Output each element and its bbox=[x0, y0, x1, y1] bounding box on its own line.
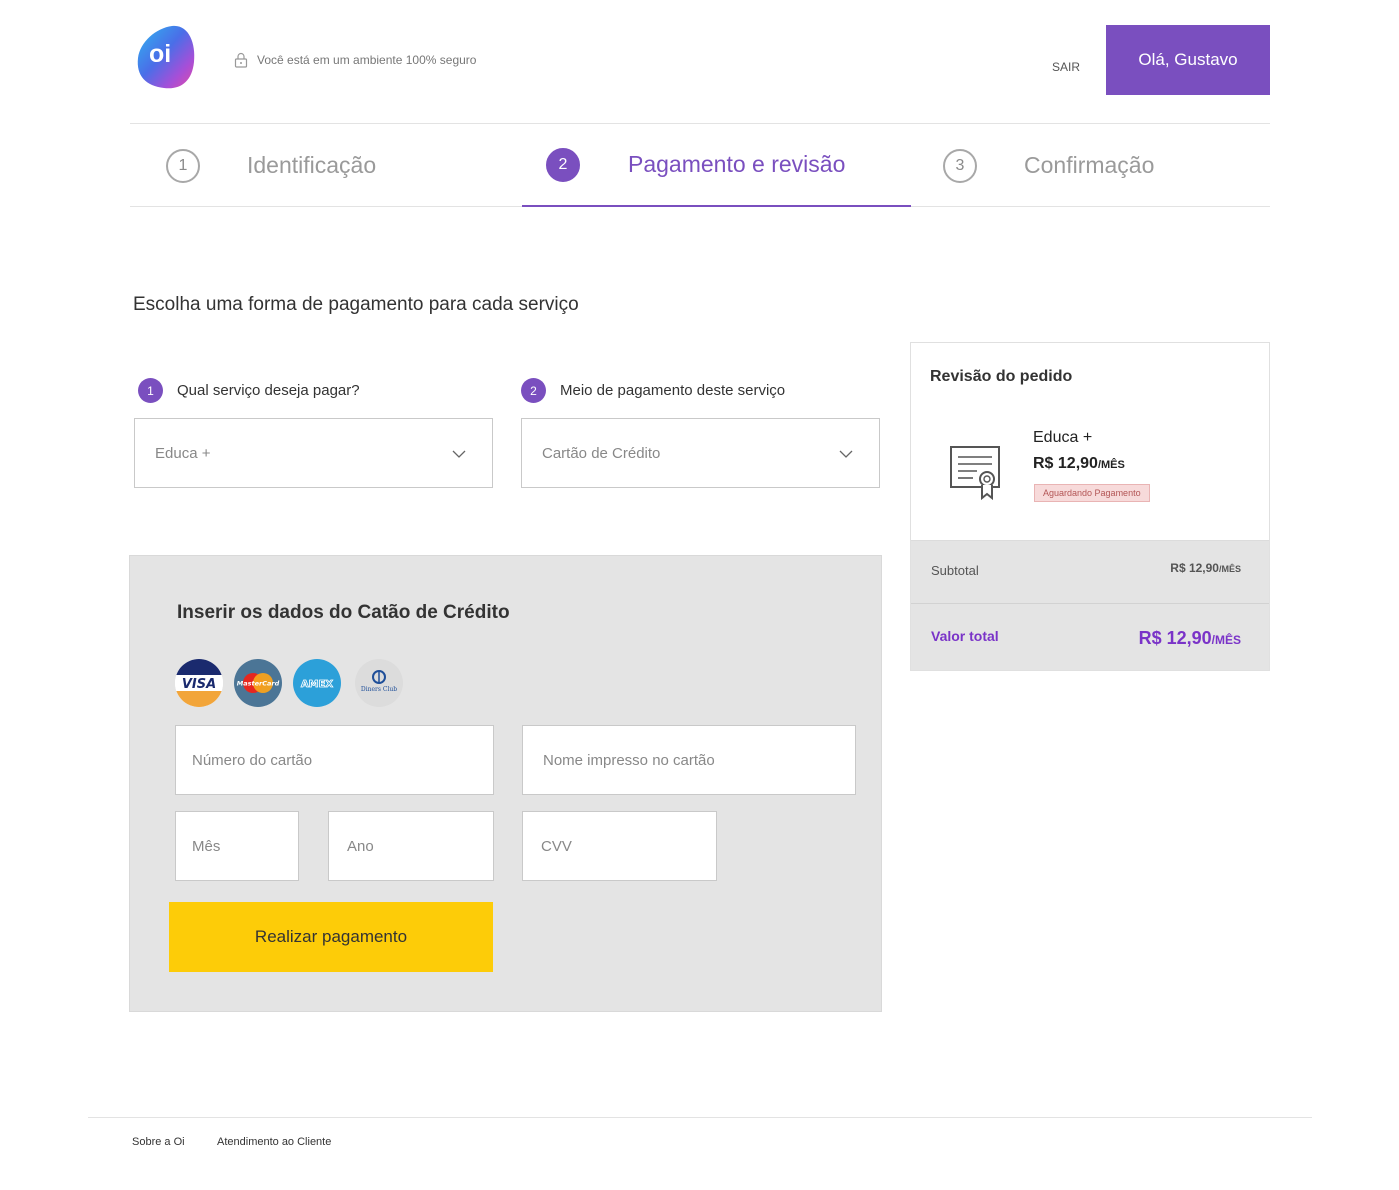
card-name-input[interactable]: Nome impresso no cartão bbox=[522, 725, 856, 795]
checkout-stepper: 1 Identificação 2 Pagamento e revisão 3 … bbox=[130, 124, 1270, 207]
svg-text:AMEX: AMEX bbox=[301, 679, 334, 690]
step-number: 3 bbox=[943, 148, 977, 183]
service-select-value: Educa + bbox=[155, 444, 211, 462]
expiry-year-input[interactable]: Ano bbox=[328, 811, 494, 881]
total-amount: R$ 12,90 bbox=[1138, 628, 1212, 648]
amex-icon: AMEX bbox=[293, 659, 341, 707]
footer-divider bbox=[88, 1117, 1312, 1118]
footer-link-about[interactable]: Sobre a Oi bbox=[132, 1136, 185, 1148]
step-label: Confirmação bbox=[1024, 152, 1155, 178]
logout-link[interactable]: SAIR bbox=[1052, 60, 1080, 74]
certificate-icon bbox=[950, 446, 1000, 501]
oi-logo[interactable]: oi bbox=[136, 24, 196, 90]
subtotal-label: Subtotal bbox=[931, 563, 979, 578]
step-pagamento[interactable]: 2 Pagamento e revisão bbox=[522, 124, 911, 207]
total-period: /MÊS bbox=[1211, 633, 1241, 647]
credit-card-panel: Inserir os dados do Catão de Crédito VIS… bbox=[129, 555, 882, 1012]
svg-text:MasterCard: MasterCard bbox=[237, 680, 280, 688]
mastercard-icon: MasterCard bbox=[234, 659, 282, 707]
svg-text:Diners Club: Diners Club bbox=[361, 686, 397, 693]
question-number: 2 bbox=[521, 378, 546, 403]
step-label: Identificação bbox=[247, 152, 377, 178]
question-label: Qual serviço deseja pagar? bbox=[177, 382, 360, 399]
logo-text: oi bbox=[149, 40, 172, 68]
chevron-down-icon bbox=[452, 450, 466, 458]
lock-icon bbox=[234, 52, 248, 68]
user-greeting-button[interactable]: Olá, Gustavo bbox=[1106, 25, 1270, 95]
secure-text: Você está em um ambiente 100% seguro bbox=[257, 53, 477, 67]
subtotal-amount: R$ 12,90 bbox=[1170, 561, 1219, 575]
cvv-input[interactable]: CVV bbox=[522, 811, 717, 881]
review-item-price-period: /MÊS bbox=[1097, 459, 1125, 471]
review-item-price-value: R$ 12,90 bbox=[1033, 455, 1098, 472]
total-label: Valor total bbox=[931, 628, 999, 644]
step-number: 2 bbox=[546, 147, 580, 182]
diners-club-icon: Diners Club bbox=[355, 659, 403, 707]
payment-method-select-value: Cartão de Crédito bbox=[542, 444, 661, 462]
svg-text:VISA: VISA bbox=[182, 677, 216, 692]
step-number: 1 bbox=[166, 148, 200, 183]
submit-payment-button[interactable]: Realizar pagamento bbox=[169, 902, 493, 972]
question-service: 1 Qual serviço deseja pagar? bbox=[138, 378, 360, 403]
question-label: Meio de pagamento deste serviço bbox=[560, 382, 786, 399]
step-identificacao[interactable]: 1 Identificação bbox=[166, 124, 466, 207]
service-select[interactable]: Educa + bbox=[134, 418, 493, 488]
total-value: R$ 12,90/MÊS bbox=[1139, 628, 1241, 649]
step-confirmacao[interactable]: 3 Confirmação bbox=[943, 124, 1263, 207]
chevron-down-icon bbox=[839, 450, 853, 458]
secure-environment-notice: Você está em um ambiente 100% seguro bbox=[234, 52, 476, 68]
status-badge: Aguardando Pagamento bbox=[1034, 484, 1150, 502]
card-number-input[interactable]: Número do cartão bbox=[175, 725, 494, 795]
subtotal-row: Subtotal R$ 12,90/MÊS bbox=[911, 540, 1269, 603]
review-item-price: R$ 12,90/MÊS bbox=[1033, 455, 1125, 473]
card-panel-title: Inserir os dados do Catão de Crédito bbox=[177, 602, 510, 623]
expiry-month-input[interactable]: Mês bbox=[175, 811, 299, 881]
subtotal-period: /MÊS bbox=[1218, 564, 1241, 574]
review-title: Revisão do pedido bbox=[930, 368, 1073, 385]
payment-method-select[interactable]: Cartão de Crédito bbox=[521, 418, 880, 488]
total-row: Valor total R$ 12,90/MÊS bbox=[911, 603, 1269, 670]
footer-link-support[interactable]: Atendimento ao Cliente bbox=[217, 1136, 331, 1148]
subtotal-value: R$ 12,90/MÊS bbox=[1170, 561, 1241, 575]
visa-icon: VISA bbox=[175, 659, 223, 707]
page-title: Escolha uma forma de pagamento para cada… bbox=[133, 294, 579, 315]
question-payment-method: 2 Meio de pagamento deste serviço bbox=[521, 378, 785, 403]
step-label: Pagamento e revisão bbox=[628, 151, 846, 177]
review-item-name: Educa + bbox=[1033, 429, 1093, 446]
question-number: 1 bbox=[138, 378, 163, 403]
order-review-panel: Revisão do pedido Educa + R$ 12,90/MÊS A… bbox=[910, 342, 1270, 671]
